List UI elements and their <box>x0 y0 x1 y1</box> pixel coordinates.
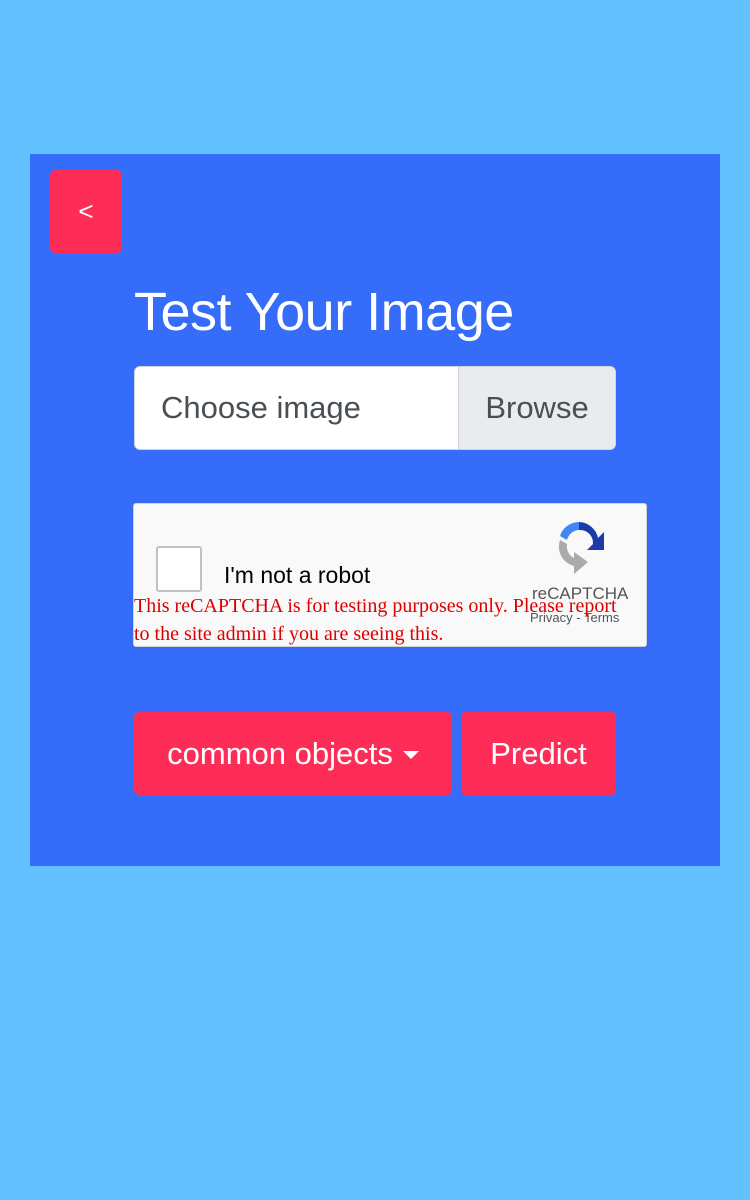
recaptcha-test-warning: This reCAPTCHA is for testing purposes o… <box>134 595 617 645</box>
category-selected-label: common objects <box>167 735 393 771</box>
back-button[interactable]: < <box>50 170 122 253</box>
recaptcha-label: I'm not a robot <box>224 562 371 588</box>
browse-button[interactable]: Browse <box>458 367 615 449</box>
choose-image-input[interactable]: Choose image <box>135 367 458 449</box>
page-title: Test Your Image <box>134 282 514 342</box>
category-dropdown-button[interactable]: common objects <box>134 712 452 795</box>
image-file-input-group: Choose image Browse <box>134 366 616 450</box>
recaptcha-logo-icon <box>558 522 604 574</box>
recaptcha-widget: I'm not a robot reCAPTCHA Privacy - Term… <box>133 503 647 647</box>
test-image-card: < Test Your Image Choose image Browse I'… <box>30 154 720 866</box>
predict-button[interactable]: Predict <box>461 712 616 795</box>
caret-down-icon <box>402 750 419 759</box>
recaptcha-checkbox[interactable] <box>156 546 202 592</box>
